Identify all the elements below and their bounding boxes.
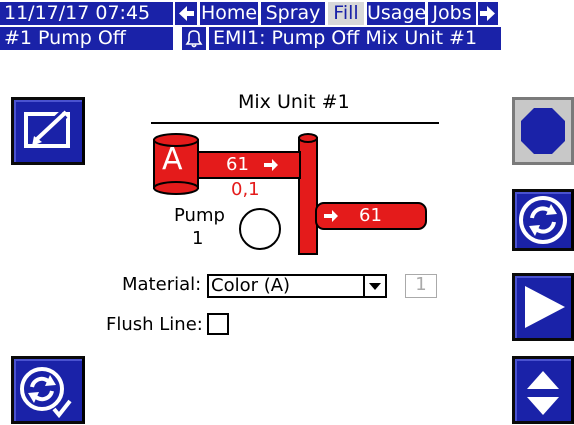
up-down-icon — [527, 371, 559, 415]
datetime-display: 11/17/17 07:45 — [0, 2, 173, 25]
left-arrow-icon — [179, 6, 194, 21]
alarm-message: EMI1: Pump Off Mix Unit #1 — [209, 27, 501, 50]
edit-button[interactable] — [11, 97, 85, 165]
edit-icon — [24, 110, 70, 148]
stop-button[interactable] — [512, 97, 574, 165]
cycle-button[interactable] — [512, 189, 574, 251]
pump-number: 1 — [192, 228, 204, 249]
mix-unit-title: Mix Unit #1 — [238, 91, 350, 113]
material-label: Material: — [122, 274, 202, 295]
title-divider — [151, 122, 439, 124]
flush-line-checkbox[interactable] — [207, 313, 229, 335]
start-button[interactable] — [512, 273, 574, 341]
cycle-icon — [519, 196, 567, 244]
material-select[interactable]: Color (A) — [207, 274, 387, 298]
tab-home[interactable]: Home — [200, 2, 258, 25]
tab-usage[interactable]: Usage — [367, 2, 425, 25]
flush-line-label: Flush Line: — [106, 314, 203, 335]
tab-spray[interactable]: Spray — [261, 2, 325, 25]
chevron-down-icon — [369, 283, 381, 290]
pump-label: Pump — [174, 205, 225, 226]
up-down-button[interactable] — [512, 356, 574, 424]
tab-fill[interactable]: Fill — [328, 2, 364, 25]
outlet-flow-value: 61 — [359, 205, 382, 226]
top-nav-bar: 11/17/17 07:45 Home Spray Fill Usage Job… — [0, 0, 574, 27]
bell-icon — [185, 30, 203, 48]
cycle-confirm-button[interactable] — [11, 356, 85, 424]
tank-label: A — [162, 142, 183, 177]
material-select-value: Color (A) — [211, 275, 291, 296]
play-icon — [525, 286, 565, 328]
stop-icon — [521, 108, 565, 154]
cycle-check-icon — [20, 367, 72, 419]
inlet-flow-value: 61 — [226, 154, 249, 175]
dropdown-button[interactable] — [363, 276, 385, 296]
status-bar: #1 Pump Off EMI1: Pump Off Mix Unit #1 — [0, 25, 574, 52]
inlet-pressure-value: 0,1 — [231, 179, 260, 200]
nav-right-button[interactable] — [478, 2, 498, 25]
nav-left-button[interactable] — [175, 2, 197, 25]
alarm-bell — [182, 27, 206, 50]
pump-status: #1 Pump Off — [0, 27, 173, 50]
material-index-field: 1 — [405, 274, 437, 298]
right-arrow-icon — [480, 6, 495, 21]
tab-jobs[interactable]: Jobs — [428, 2, 476, 25]
